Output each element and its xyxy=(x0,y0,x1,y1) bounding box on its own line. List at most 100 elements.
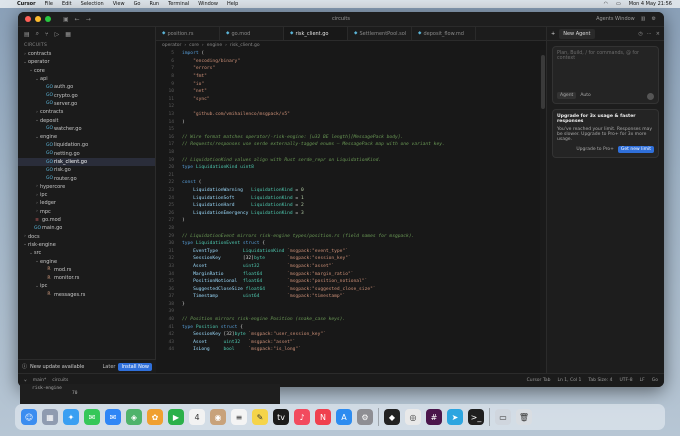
facetime-icon[interactable]: ▶ xyxy=(168,409,184,425)
tree-item-router-go[interactable]: GO router.go xyxy=(18,174,155,182)
code-line[interactable]: 37 Timestamp uint64 `msgpack:"timestamp"… xyxy=(156,293,546,301)
tree-item-auth-go[interactable]: GO auth.go xyxy=(18,83,155,91)
tree-item-ipc[interactable]: › ipc xyxy=(18,191,155,199)
status-item[interactable]: Ln 1, Col 1 xyxy=(557,378,581,383)
breadcrumb-item[interactable]: core xyxy=(189,43,199,48)
code-line[interactable]: 28 xyxy=(156,225,546,233)
status-item[interactable]: Go xyxy=(652,378,658,383)
code-line[interactable]: 44 IsLong bool `msgpack:"is_long"` xyxy=(156,346,546,354)
get-new-limit-button[interactable]: Get new limit xyxy=(617,146,654,153)
more-icon[interactable]: ⋯ xyxy=(647,31,652,37)
code-line[interactable]: 21 xyxy=(156,172,546,180)
code-line[interactable]: 31 EventType LiquidationKind `msgpack:"e… xyxy=(156,247,546,255)
status-workspace[interactable]: circuits xyxy=(52,378,68,383)
code-area[interactable]: 5 import (6 "encoding/binary" 7 "errors" 8 … xyxy=(156,50,546,373)
safari-icon[interactable]: ✦ xyxy=(63,409,79,425)
tree-item-risk-engine[interactable]: ⌄ risk-engine xyxy=(18,241,155,249)
tree-item-operator[interactable]: ⌄ operator xyxy=(18,58,155,66)
tree-item-docs[interactable]: › docs xyxy=(18,233,155,241)
tree-item-deposit[interactable]: ⌄ deposit xyxy=(18,116,155,124)
tab-go-mod[interactable]: ◆ go.mod xyxy=(220,27,284,40)
history-icon[interactable]: ◷ xyxy=(638,31,642,37)
code-line[interactable]: 9 "io" xyxy=(156,80,546,88)
tab-deposit-flow-md[interactable]: ◆ deposit_flow.md xyxy=(412,27,476,40)
tab-position-rs[interactable]: ◆ position.rs xyxy=(156,27,220,40)
code-line[interactable]: 34 MarginRatio float64 `msgpack:"margin_… xyxy=(156,270,546,278)
upgrade-link[interactable]: Upgrade to Pro+ xyxy=(576,147,614,152)
music-icon[interactable]: ♪ xyxy=(294,409,310,425)
menubar-app[interactable]: Cursor xyxy=(17,1,36,7)
code-line[interactable]: 38} xyxy=(156,301,546,309)
menu-view[interactable]: View xyxy=(113,1,125,7)
tree-item-mpc[interactable]: › mpc xyxy=(18,208,155,216)
branch-icon[interactable]: ⑂ xyxy=(24,378,27,384)
menu-terminal[interactable]: Terminal xyxy=(168,1,189,7)
tree-item-messages-rs[interactable]: Rmessages.rs xyxy=(18,291,155,299)
code-line[interactable]: 35 PositionNotional float64 `msgpack:"po… xyxy=(156,278,546,286)
tree-item-contracts[interactable]: › contracts xyxy=(18,108,155,116)
code-line[interactable]: 32 SessionKey [32]byte `msgpack:"session… xyxy=(156,255,546,263)
code-line[interactable]: 10 "net" xyxy=(156,88,546,96)
tree-item-watcher-go[interactable]: GO watcher.go xyxy=(18,125,155,133)
code-line[interactable]: 20 type LiquidationKind uint8 xyxy=(156,164,546,172)
code-line[interactable]: 15 xyxy=(156,126,546,134)
contacts-icon[interactable]: ◉ xyxy=(210,409,226,425)
tree-item-engine[interactable]: ⌄ engine xyxy=(18,133,155,141)
trash-icon[interactable]: 🗑 xyxy=(516,409,532,425)
menu-edit[interactable]: Edit xyxy=(62,1,72,7)
tree-item-ipc[interactable]: ⌄ ipc xyxy=(18,282,155,290)
later-button[interactable]: Later xyxy=(103,364,116,370)
clock[interactable]: Mon 4 May 21:56 xyxy=(629,1,672,7)
status-branch[interactable]: main* xyxy=(33,378,47,383)
code-line[interactable]: 17 // Requests/responses use serde extern… xyxy=(156,141,546,149)
tree-item-mod-rs[interactable]: Rmod.rs xyxy=(18,266,155,274)
menu-selection[interactable]: Selection xyxy=(81,1,104,7)
code-line[interactable]: 19 // LiquidationKind values align with R… xyxy=(156,156,546,164)
tab-settlementpool-sol[interactable]: ◆ SettlementPool.sol xyxy=(348,27,412,40)
telegram-icon[interactable]: ➤ xyxy=(447,409,463,425)
code-line[interactable]: 23 LiquidationWarning LiquidationKind = … xyxy=(156,187,546,195)
notes-icon[interactable]: ✎ xyxy=(252,409,268,425)
code-line[interactable]: 33 Asset uint32 `msgpack:"asset"` xyxy=(156,263,546,271)
cursor-icon[interactable]: ◆ xyxy=(384,409,400,425)
code-line[interactable]: 30 type LiquidationEvent struct { xyxy=(156,240,546,248)
code-line[interactable]: 11 "sync" xyxy=(156,96,546,104)
mode-select[interactable]: Agent xyxy=(557,92,577,99)
tree-item-engine[interactable]: ⌄ engine xyxy=(18,257,155,265)
code-line[interactable]: 16 // Wire format matches operator/-risk-… xyxy=(156,134,546,142)
tree-item-contracts[interactable]: › contracts xyxy=(18,50,155,58)
status-item[interactable]: LF xyxy=(640,378,645,383)
tree-item-main-go[interactable]: GO main.go xyxy=(18,224,155,232)
maps-icon[interactable]: ◈ xyxy=(126,409,142,425)
code-line[interactable]: 41 type Position struct { xyxy=(156,323,546,331)
tree-item-server-go[interactable]: GO server.go xyxy=(18,100,155,108)
battery-icon[interactable]: ▭ xyxy=(616,1,621,7)
menu-go[interactable]: Go xyxy=(134,1,141,7)
code-line[interactable]: 8 "fmt" xyxy=(156,73,546,81)
code-line[interactable]: 13 "github.com/vmihailenco/msgpack/v5" xyxy=(156,111,546,119)
photos-icon[interactable]: ✿ xyxy=(147,409,163,425)
scrollbar-thumb[interactable] xyxy=(541,55,545,109)
messages-icon[interactable]: ✉ xyxy=(84,409,100,425)
status-item[interactable]: Tab Size: 4 xyxy=(588,378,612,383)
tree-item-go-mod[interactable]: ≡ go.mod xyxy=(18,216,155,224)
code-line[interactable]: 29 // LiquidationEvent mirrors risk-engin… xyxy=(156,232,546,240)
menu-help[interactable]: Help xyxy=(227,1,238,7)
code-line[interactable]: 26 LiquidationEmergency LiquidationKind … xyxy=(156,209,546,217)
tree-item-ledger[interactable]: › ledger xyxy=(18,199,155,207)
tree-item-risk-client-go[interactable]: GO risk_client.go xyxy=(18,157,155,167)
tree-item-api[interactable]: ⌄ api xyxy=(18,75,155,83)
tree-item-core[interactable]: ⌄ core xyxy=(18,67,155,75)
breadcrumb-item[interactable]: risk_client.go xyxy=(230,43,260,48)
status-item[interactable]: UTF-8 xyxy=(620,378,633,383)
menu-file[interactable]: File xyxy=(45,1,53,7)
tree-item-risk-go[interactable]: GO risk.go xyxy=(18,166,155,174)
menu-window[interactable]: Window xyxy=(198,1,218,7)
send-icon[interactable] xyxy=(647,93,654,100)
chrome-icon[interactable]: ◎ xyxy=(405,409,421,425)
wifi-icon[interactable]: ◠ xyxy=(604,1,608,7)
code-line[interactable]: 36 SuggestedCloseSize float64 `msgpack:"… xyxy=(156,285,546,293)
code-line[interactable]: 24 LiquidationSoft LiquidationKind = 1 xyxy=(156,194,546,202)
code-line[interactable]: 5 import ( xyxy=(156,50,546,58)
downloads-icon[interactable]: ▭ xyxy=(495,409,511,425)
